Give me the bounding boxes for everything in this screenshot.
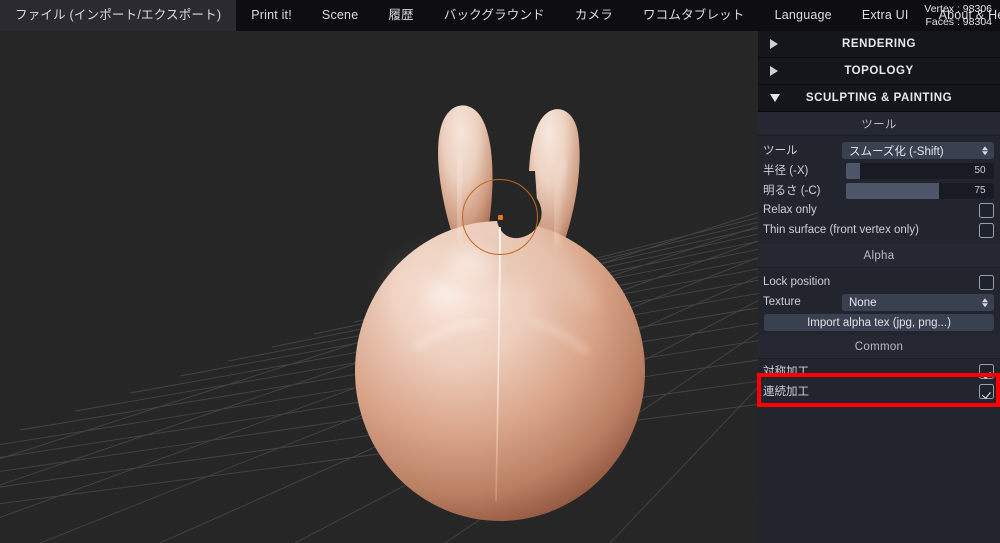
triangle-right-icon (770, 66, 778, 76)
triangle-down-icon (770, 94, 780, 102)
radius-slider-fill (846, 162, 860, 179)
continuous-checkbox[interactable] (979, 384, 994, 399)
menu-background[interactable]: バックグラウンド (429, 0, 560, 31)
menu-print-it[interactable]: Print it! (236, 0, 307, 31)
chevron-updown-icon (982, 145, 988, 156)
triangle-right-icon (770, 39, 778, 49)
relax-only-checkbox[interactable] (979, 203, 994, 218)
radius-value-box[interactable]: 50 (966, 162, 994, 179)
subheader-tool-label: ツール (861, 118, 897, 131)
texture-label: Texture (763, 296, 801, 308)
intensity-value: 75 (974, 185, 986, 196)
row-radius: 半径 (-X) 50 (758, 160, 1000, 180)
menu-scene[interactable]: Scene (307, 0, 373, 31)
mesh-statistics: Vertex : 98306 Faces : 98304 (924, 0, 992, 31)
subheader-common-label: Common (854, 340, 904, 353)
radius-value: 50 (974, 165, 986, 176)
subheader-tool: ツール (758, 112, 1000, 136)
relax-only-label: Relax only (763, 204, 817, 216)
lock-position-checkbox[interactable] (979, 275, 994, 290)
chevron-updown-icon (982, 297, 988, 308)
faces-count: Faces : 98304 (925, 15, 992, 28)
lock-position-label: Lock position (763, 276, 831, 288)
subheader-alpha: Alpha (758, 244, 1000, 268)
3d-viewport[interactable] (0, 31, 758, 543)
properties-panel: RENDERING TOPOLOGY SCULPTING & PAINTING … (757, 31, 1000, 543)
import-alpha-tex-label: Import alpha tex (jpg, png...) (807, 316, 951, 329)
menu-extra-ui[interactable]: Extra UI (847, 0, 924, 31)
subheader-alpha-label: Alpha (863, 249, 895, 262)
thin-surface-label: Thin surface (front vertex only) (763, 224, 919, 236)
section-rendering-title: RENDERING (842, 38, 916, 50)
row-texture: Texture None (758, 292, 1000, 312)
thin-surface-checkbox[interactable] (979, 223, 994, 238)
intensity-slider-fill (846, 182, 939, 199)
section-topology-title: TOPOLOGY (844, 65, 914, 77)
row-thin-surface: Thin surface (front vertex only) (758, 220, 1000, 240)
menu-wacom-tablet[interactable]: ワコムタブレット (628, 0, 760, 31)
tool-label: ツール (763, 145, 798, 157)
import-alpha-tex-button[interactable]: Import alpha tex (jpg, png...) (764, 314, 994, 331)
subheader-common: Common (758, 335, 1000, 359)
row-lock-position: Lock position (758, 272, 1000, 292)
row-intensity: 明るさ (-C) 75 (758, 180, 1000, 200)
menu-file[interactable]: ファイル (インポート/エクスポート) (0, 0, 237, 31)
tool-select[interactable]: スムーズ化 (-Shift) (842, 142, 994, 159)
continuous-label: 連続加工 (763, 386, 809, 398)
symmetry-label: 対称加工 (763, 366, 809, 378)
section-topology[interactable]: TOPOLOGY (758, 58, 1000, 85)
app-window: ファイル (インポート/エクスポート) Print it! Scene 履歴 バ… (0, 0, 1000, 543)
radius-slider[interactable] (846, 162, 970, 179)
section-sculpting-painting-title: SCULPTING & PAINTING (805, 92, 953, 104)
row-tool: ツール スムーズ化 (-Shift) (758, 140, 1000, 160)
row-symmetry: 対称加工 (758, 361, 1000, 381)
texture-select-value: None (849, 296, 877, 309)
menu-bar: ファイル (インポート/エクスポート) Print it! Scene 履歴 バ… (0, 0, 1000, 31)
tool-select-value: スムーズ化 (-Shift) (849, 145, 944, 158)
radius-label: 半径 (-X) (763, 165, 809, 177)
sculpt-model[interactable] (0, 31, 758, 543)
menu-history[interactable]: 履歴 (373, 0, 428, 31)
intensity-value-box[interactable]: 75 (966, 182, 994, 199)
vertex-count: Vertex : 98306 (924, 2, 992, 15)
menu-language[interactable]: Language (760, 0, 847, 31)
section-sculpting-painting[interactable]: SCULPTING & PAINTING (758, 85, 1000, 112)
texture-select[interactable]: None (842, 294, 994, 311)
symmetry-checkbox[interactable] (979, 364, 994, 379)
row-relax-only: Relax only (758, 200, 1000, 220)
intensity-slider[interactable] (846, 182, 970, 199)
row-continuous: 連続加工 (758, 381, 1000, 401)
section-rendering[interactable]: RENDERING (758, 31, 1000, 58)
intensity-label: 明るさ (-C) (763, 185, 821, 197)
menu-camera[interactable]: カメラ (560, 0, 628, 31)
